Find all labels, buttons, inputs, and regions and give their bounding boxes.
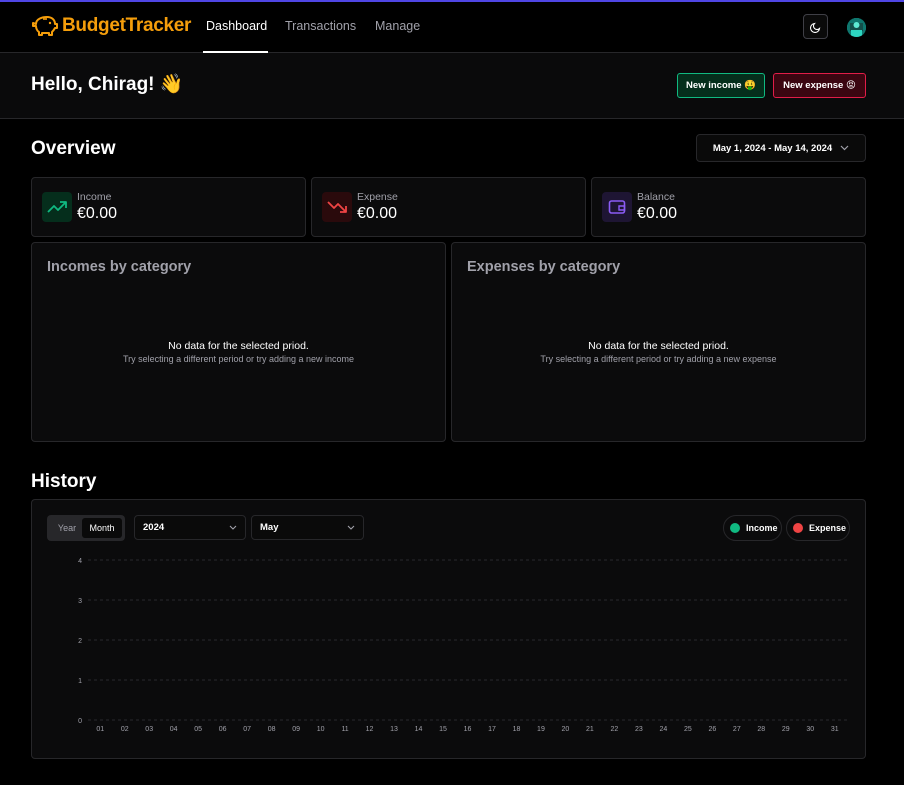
x-tick-label: 19: [537, 726, 545, 733]
overview-title: Overview: [31, 138, 116, 159]
year-select-value: 2024: [143, 522, 165, 533]
expenses-by-category-card: Expenses by category No data for the sel…: [451, 242, 866, 442]
x-tick-label: 26: [708, 726, 716, 733]
greeting-bar: Hello, Chirag! 👋 New income 🤑 New expens…: [0, 53, 904, 119]
income-stat-card: Income €0.00: [31, 177, 306, 237]
x-tick-label: 06: [219, 726, 227, 733]
wallet-icon: [602, 192, 632, 222]
expense-value: €0.00: [357, 205, 398, 222]
y-tick-label: 1: [78, 678, 82, 685]
x-tick-label: 17: [488, 726, 496, 733]
x-tick-label: 23: [635, 726, 643, 733]
logo[interactable]: BudgetTracker: [32, 15, 191, 37]
trending-down-icon: [322, 192, 352, 222]
balance-value: €0.00: [637, 205, 678, 222]
chevron-down-icon: [840, 145, 849, 151]
x-tick-label: 22: [611, 726, 619, 733]
x-tick-label: 28: [757, 726, 765, 733]
x-tick-label: 03: [145, 726, 153, 733]
x-tick-label: 21: [586, 726, 594, 733]
trending-up-icon: [42, 192, 72, 222]
x-tick-label: 07: [243, 726, 251, 733]
user-avatar-icon: [847, 18, 866, 37]
income-value: €0.00: [77, 205, 118, 222]
app-name: BudgetTracker: [62, 15, 192, 36]
x-tick-label: 29: [782, 726, 790, 733]
navbar: BudgetTracker Dashboard Transactions Man…: [0, 2, 904, 53]
history-chart: 0123401 02 03 04 05 06 07 08 09 10 11 12 13 14 15 16 17 1…: [78, 558, 847, 733]
income-label: Income: [77, 191, 112, 203]
x-tick-label: 13: [390, 726, 398, 733]
expense-label: Expense: [357, 191, 398, 203]
x-tick-label: 15: [439, 726, 447, 733]
x-tick-label: 02: [121, 726, 129, 733]
x-tick-label: 16: [464, 726, 472, 733]
x-tick-label: 01: [96, 726, 104, 733]
x-tick-label: 12: [366, 726, 374, 733]
x-tick-label: 24: [659, 726, 667, 733]
avatar[interactable]: [847, 18, 866, 37]
theme-toggle-button[interactable]: [803, 14, 828, 39]
expense-dot-icon: [793, 523, 803, 533]
legend-expense-label: Expense: [809, 523, 847, 533]
x-tick-label: 11: [341, 726, 348, 733]
x-tick-label: 09: [292, 726, 300, 733]
expenses-empty-hint: Try selecting a different period or try …: [540, 354, 777, 364]
moon-icon: [809, 22, 820, 33]
year-select[interactable]: 2024: [134, 515, 246, 540]
y-tick-label: 0: [78, 718, 82, 725]
x-tick-label: 05: [194, 726, 202, 733]
x-tick-label: 27: [733, 726, 741, 733]
legend-income-label: Income: [746, 523, 778, 533]
expense-stat-card: Expense €0.00: [311, 177, 586, 237]
greeting-text: Hello, Chirag! 👋: [31, 74, 184, 95]
chevron-down-icon: [347, 525, 355, 530]
x-tick-label: 04: [170, 726, 178, 733]
nav-transactions[interactable]: Transactions: [285, 19, 356, 33]
x-tick-label: 31: [831, 726, 839, 733]
x-tick-label: 25: [684, 726, 692, 733]
incomes-card-title: Incomes by category: [47, 259, 192, 275]
nav-dashboard[interactable]: Dashboard: [206, 19, 267, 33]
x-tick-label: 10: [317, 726, 325, 733]
x-tick-label: 30: [806, 726, 814, 733]
tab-month[interactable]: Month: [82, 518, 122, 538]
timeframe-toggle: Year Month: [47, 515, 125, 541]
expenses-card-title: Expenses by category: [467, 259, 621, 275]
piggy-bank-icon: [32, 16, 58, 36]
legend-expense[interactable]: Expense: [786, 515, 850, 541]
new-income-button[interactable]: New income 🤑: [677, 73, 765, 98]
x-tick-label: 20: [562, 726, 570, 733]
expenses-empty-message: No data for the selected priod.: [588, 340, 729, 352]
y-tick-label: 4: [78, 558, 82, 565]
incomes-empty-message: No data for the selected priod.: [168, 340, 309, 352]
x-tick-label: 18: [513, 726, 521, 733]
balance-stat-card: Balance €0.00: [591, 177, 866, 237]
x-tick-label: 14: [415, 726, 423, 733]
income-dot-icon: [730, 523, 740, 533]
nav-manage[interactable]: Manage: [375, 19, 420, 33]
incomes-by-category-card: Incomes by category No data for the sele…: [31, 242, 446, 442]
legend-income[interactable]: Income: [723, 515, 782, 541]
date-range-picker[interactable]: May 1, 2024 - May 14, 2024: [696, 134, 866, 162]
history-title: History: [31, 471, 97, 492]
y-tick-label: 2: [78, 638, 82, 645]
y-tick-label: 3: [78, 598, 82, 605]
balance-label: Balance: [637, 191, 675, 203]
tab-year[interactable]: Year: [50, 518, 84, 538]
new-expense-button[interactable]: New expense 😡: [773, 73, 866, 98]
history-card: Year Month 2024 May Income Expense 01234…: [31, 499, 866, 759]
incomes-empty-hint: Try selecting a different period or try …: [122, 354, 355, 364]
month-select[interactable]: May: [251, 515, 364, 540]
chevron-down-icon: [229, 525, 237, 530]
x-tick-label: 08: [268, 726, 276, 733]
month-select-value: May: [260, 522, 279, 533]
date-range-text: May 1, 2024 - May 14, 2024: [712, 142, 833, 154]
